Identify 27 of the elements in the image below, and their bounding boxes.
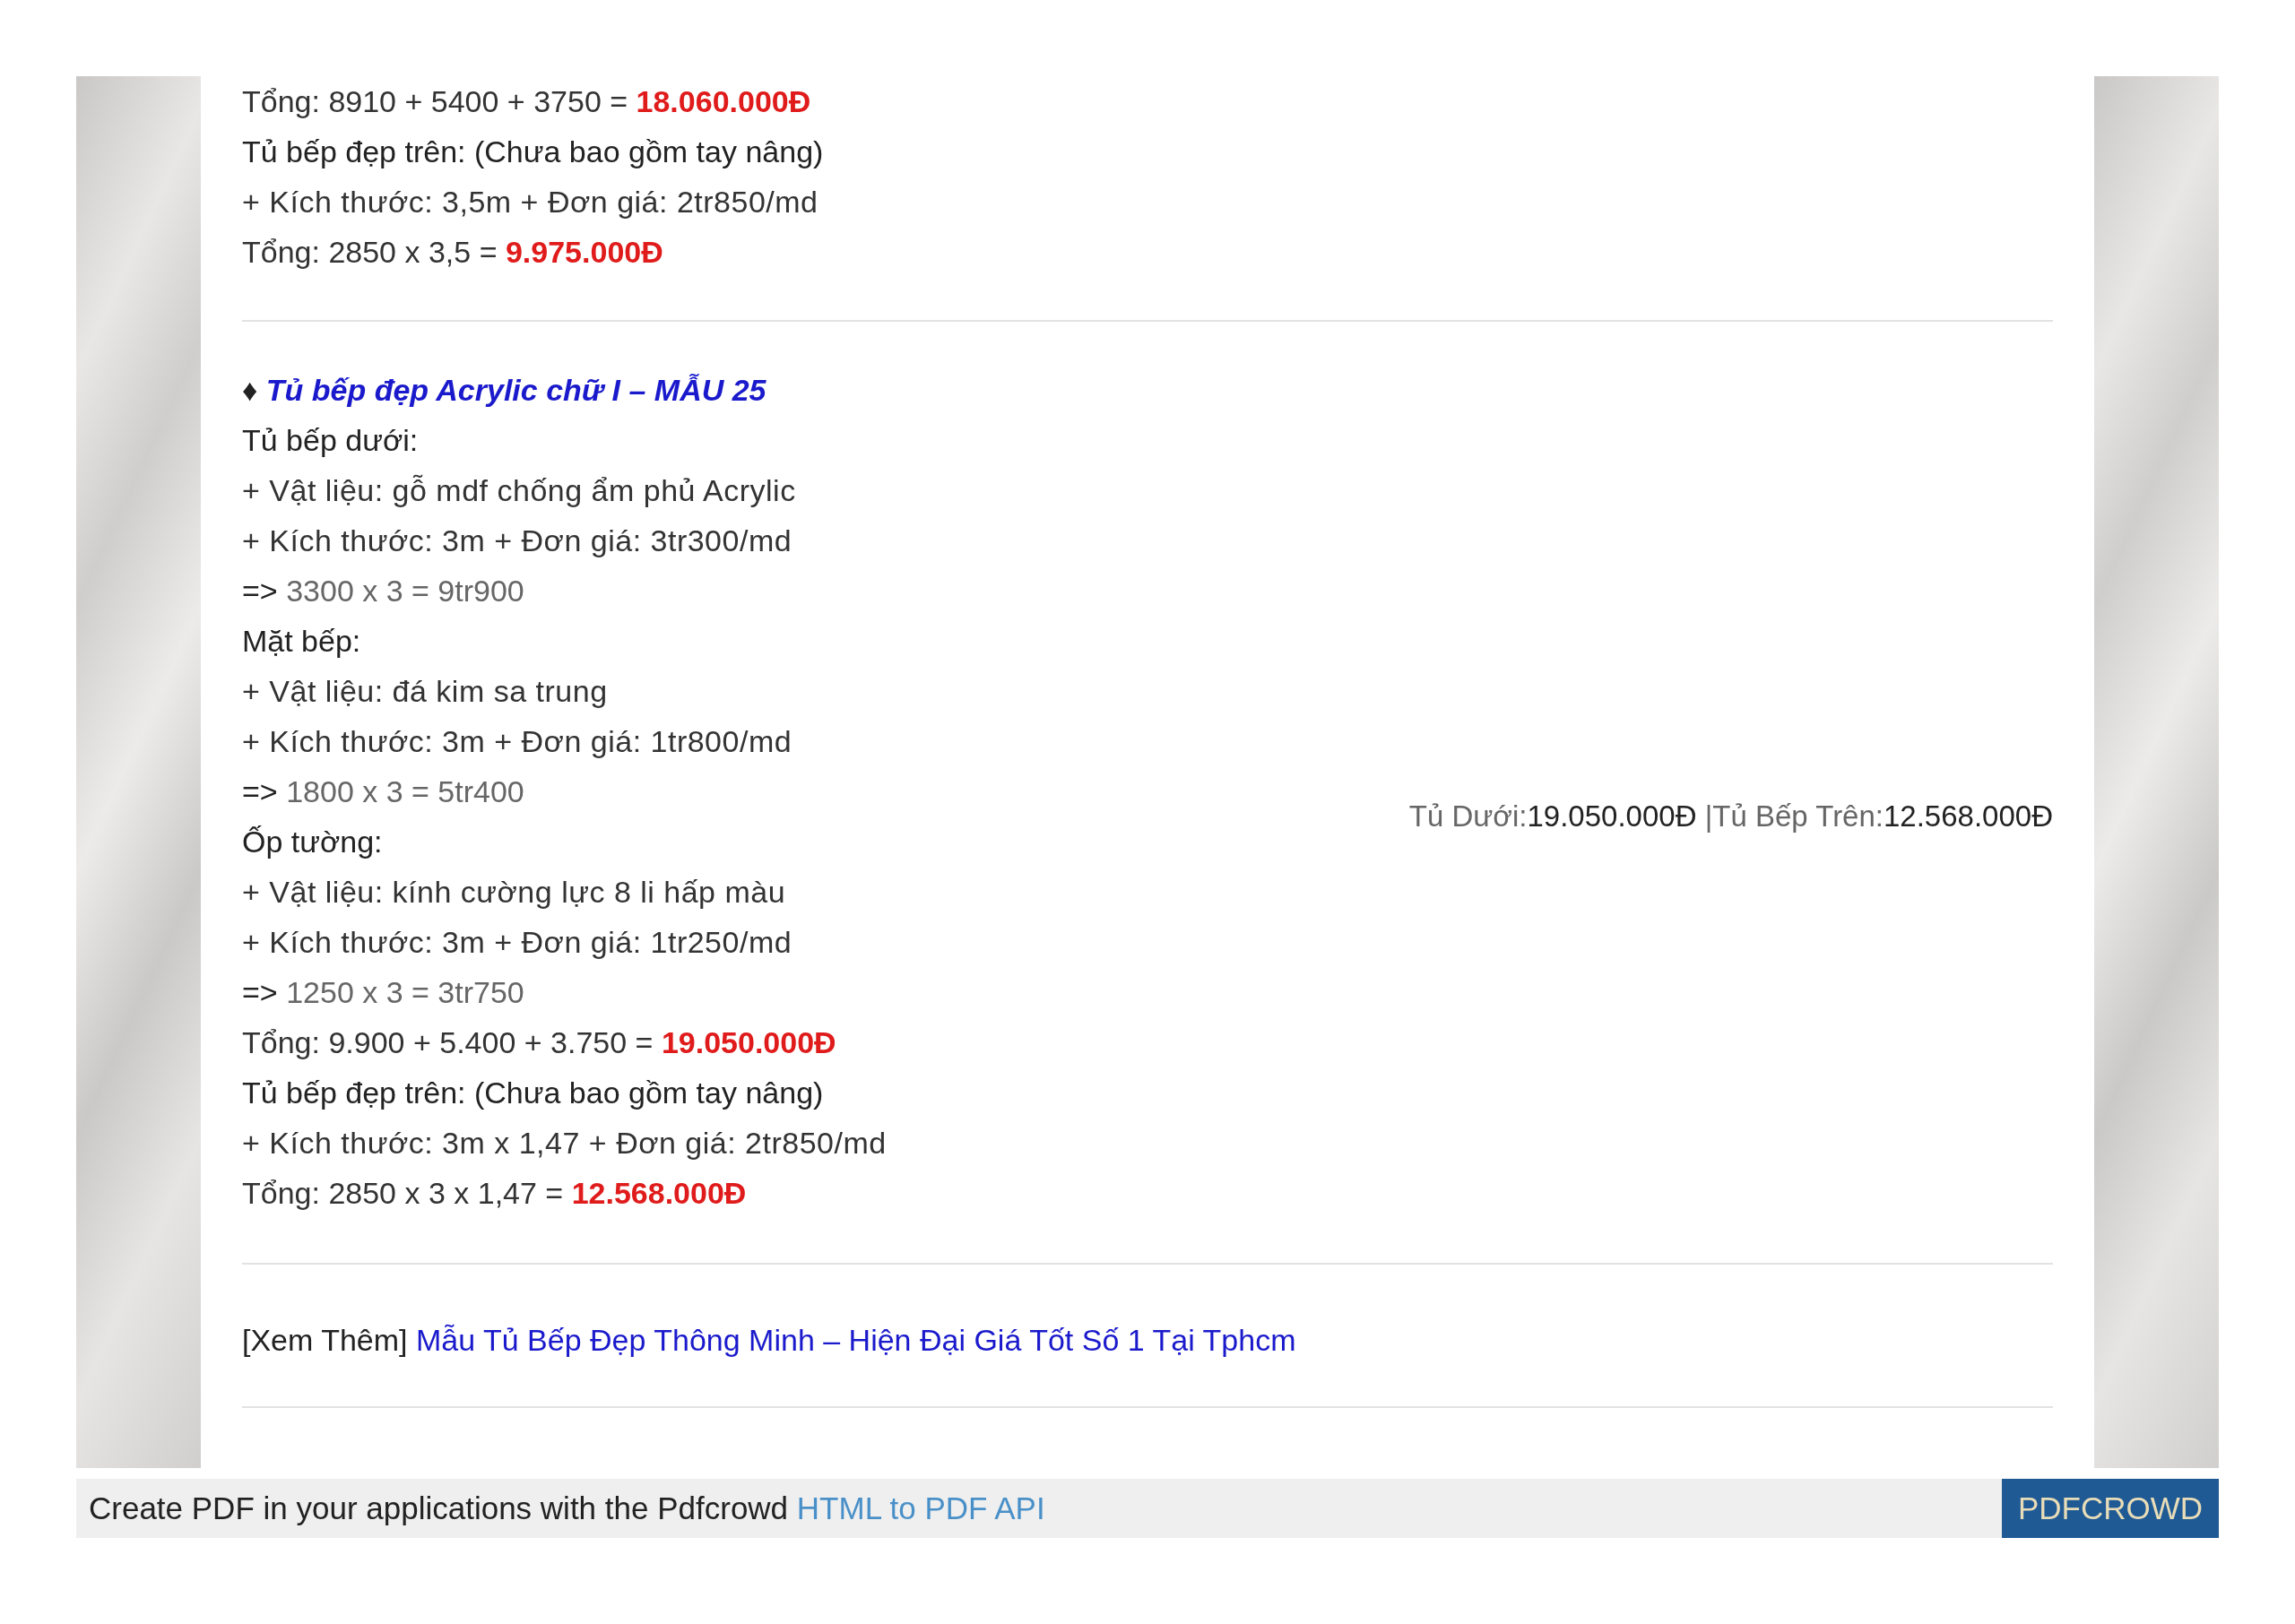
detail-line: + Kích thước: 3m + Đơn giá: 1tr250/md: [242, 924, 792, 961]
detail-line: + Vật liệu: gỗ mdf chống ẩm phủ Acrylic: [242, 472, 796, 509]
product-heading: ♦ Tủ bếp đẹp Acrylic chữ I – MẪU 25: [242, 372, 766, 409]
detail-line: + Kích thước: 3m + Đơn giá: 3tr300/md: [242, 523, 792, 559]
detail-line: + Kích thước: 3m + Đơn giá: 1tr800/md: [242, 723, 792, 760]
total-line: Tổng: 9.900 + 5.400 + 3.750 = 19.050.000Đ: [242, 1024, 836, 1061]
section-label: Mặt bếp:: [242, 623, 361, 660]
detail-line: + Kích thước: 3,5m + Đơn giá: 2tr850/md: [242, 184, 818, 220]
article-link[interactable]: Mẫu Tủ Bếp Đẹp Thông Minh – Hiện Đại Giá Tốt Số 1 Tại Tphcm: [416, 1323, 1296, 1357]
section-label: Tủ bếp đẹp trên: (Chưa bao gồm tay nâng): [242, 134, 824, 170]
price-summary: Tủ Dưới:19.050.000Đ |Tủ Bếp Trên:12.568.000Đ: [1408, 799, 2053, 834]
total-line: Tổng: 2850 x 3 x 1,47 = 12.568.000Đ: [242, 1175, 747, 1212]
footer-text: Create PDF in your applications with the Pdfcrowd: [89, 1490, 789, 1525]
calculation-line: => 1800 x 3 = 5tr400: [242, 773, 524, 810]
total-line: Tổng: 2850 x 3,5 = 9.975.000Đ: [242, 234, 663, 271]
detail-line: + Kích thước: 3m x 1,47 + Đơn giá: 2tr850/md: [242, 1125, 887, 1162]
section-label: Tủ bếp dưới:: [242, 422, 419, 459]
calculation-line: => 3300 x 3 = 9tr900: [242, 573, 524, 609]
footer-link[interactable]: HTML to PDF API: [796, 1490, 1045, 1525]
pdfcrowd-button[interactable]: PDFCROWD: [2002, 1479, 2219, 1538]
calculation-line: => 1250 x 3 = 3tr750: [242, 974, 524, 1011]
section-label: Ốp tường:: [242, 824, 383, 860]
total-line: Tổng: 8910 + 5400 + 3750 = 18.060.000Đ: [242, 83, 811, 120]
detail-line: + Vật liệu: đá kim sa trung: [242, 673, 608, 710]
see-more-label: [Xem Thêm]: [242, 1323, 408, 1357]
detail-line: + Vật liệu: kính cường lực 8 li hấp màu: [242, 874, 786, 911]
section-label: Tủ bếp đẹp trên: (Chưa bao gồm tay nâng): [242, 1075, 824, 1111]
